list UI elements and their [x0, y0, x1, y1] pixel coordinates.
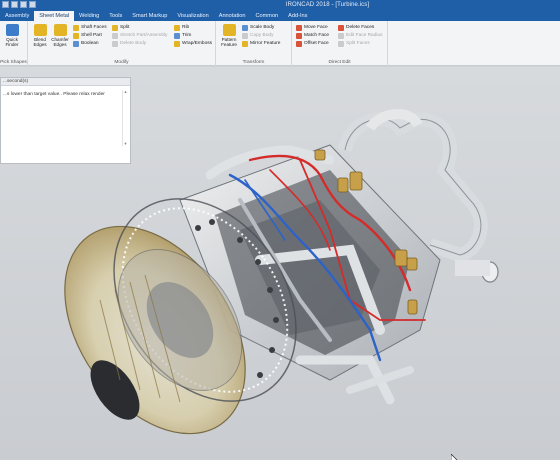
edit-face-radius-icon	[338, 32, 344, 39]
tab-visualization[interactable]: Visualization	[172, 11, 213, 21]
shaft-faces-icon	[73, 24, 79, 31]
mirror-feature-button[interactable]: Mirror Feature	[242, 40, 280, 47]
copy-body-button[interactable]: Copy Body	[242, 32, 273, 39]
pattern-feature-button[interactable]: Pattern Feature	[219, 24, 239, 47]
stretch-icon	[112, 32, 118, 39]
tab-sheet-metal[interactable]: Sheet Metal	[34, 11, 75, 21]
group-pick-shapes: Quick Finder Pick Shapes	[0, 21, 28, 66]
tab-tools[interactable]: Tools	[104, 11, 127, 21]
tab-smart-markup[interactable]: Smart Markup	[127, 11, 172, 21]
ribbon-tabs: Assembly Sheet Metal Welding Tools Smart…	[0, 11, 560, 21]
boolean-icon	[73, 40, 79, 47]
shell-part-button[interactable]: Shell Part	[73, 32, 102, 39]
move-face-button[interactable]: Move Face	[296, 24, 328, 31]
blend-edges-icon	[33, 24, 47, 36]
stretch-part-button[interactable]: Stretch Part/Assembly	[112, 32, 167, 39]
boolean-button[interactable]: Boolean	[73, 40, 99, 47]
edit-face-radius-button[interactable]: Edit Face Radius	[338, 32, 383, 39]
quick-finder-icon	[5, 24, 19, 36]
group-direct-edit: Move Face Match Face Offset Face Delete …	[292, 21, 388, 66]
delete-faces-icon	[338, 24, 344, 31]
ribbon: Quick Finder Pick Shapes Blend Edges Cha…	[0, 21, 560, 66]
copy-body-icon	[242, 32, 248, 39]
rib-button[interactable]: Rib	[174, 24, 189, 31]
shaft-faces-button[interactable]: Shaft Faces	[73, 24, 107, 31]
group-modify: Blend Edges Chamfer Edges Shaft Faces Sh…	[28, 21, 216, 66]
delete-body-icon	[112, 40, 118, 47]
match-face-button[interactable]: Match Face	[296, 32, 329, 39]
pattern-feature-icon	[222, 24, 236, 36]
output-panel-header: ...second(s)	[1, 78, 130, 86]
shell-part-icon	[73, 32, 79, 39]
wrap-emboss-icon	[174, 40, 180, 47]
delete-faces-button[interactable]: Delete Faces	[338, 24, 374, 31]
trim-button[interactable]: Trim	[174, 32, 191, 39]
match-face-icon	[296, 32, 302, 39]
scroll-up-icon[interactable]: ▲	[123, 90, 128, 94]
delete-body-button[interactable]: Delete Body	[112, 40, 146, 47]
offset-face-icon	[296, 40, 302, 47]
tab-assembly[interactable]: Assembly	[0, 11, 34, 21]
wrap-emboss-button[interactable]: Wrap/Emboss	[174, 40, 212, 47]
tab-add-ins[interactable]: Add-Ins	[283, 11, 312, 21]
group-transform: Pattern Feature Scale Body Copy Body Mir…	[216, 21, 292, 66]
output-scrollbar[interactable]: ▲ ▼	[122, 90, 127, 146]
chamfer-edges-button[interactable]: Chamfer Edges	[50, 24, 70, 47]
quick-finder-button[interactable]: Quick Finder	[0, 24, 24, 47]
rib-icon	[174, 24, 180, 31]
tab-annotation[interactable]: Annotation	[214, 11, 251, 21]
split-faces-icon	[338, 40, 344, 47]
offset-face-button[interactable]: Offset Face	[296, 40, 329, 47]
scale-body-icon	[242, 24, 248, 31]
mouse-cursor-icon	[451, 454, 458, 460]
trim-icon	[174, 32, 180, 39]
output-message: ...s lower than target value.. Please re…	[3, 92, 105, 97]
output-panel: ...second(s) ...s lower than target valu…	[0, 77, 131, 164]
title-bar: IRONCAD 2018 - [Turbine.ics]	[0, 0, 560, 11]
tab-common[interactable]: Common	[250, 11, 283, 21]
move-face-icon	[296, 24, 302, 31]
scale-body-button[interactable]: Scale Body	[242, 24, 274, 31]
split-icon	[112, 24, 118, 31]
split-faces-button[interactable]: Split Faces	[338, 40, 370, 47]
chamfer-edges-icon	[53, 24, 67, 36]
scroll-down-icon[interactable]: ▼	[123, 142, 128, 146]
window-title: IRONCAD 2018 - [Turbine.ics]	[285, 2, 370, 8]
split-button[interactable]: Split	[112, 24, 129, 31]
blend-edges-button[interactable]: Blend Edges	[30, 24, 50, 47]
tab-welding[interactable]: Welding	[74, 11, 104, 21]
mirror-feature-icon	[242, 40, 248, 47]
